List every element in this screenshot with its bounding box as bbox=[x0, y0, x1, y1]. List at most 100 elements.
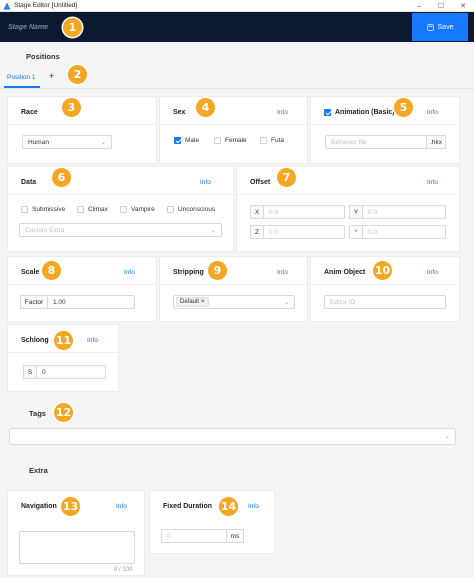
badge-8: 8 bbox=[42, 261, 61, 280]
minimize-button[interactable]: – bbox=[408, 0, 430, 12]
unconscious-label: Unconscious bbox=[178, 206, 216, 213]
fixed-duration-title: Fixed Duration bbox=[163, 503, 213, 510]
maximize-button[interactable]: ☐ bbox=[430, 0, 452, 12]
male-label: Male bbox=[185, 137, 200, 144]
vampire-checkbox[interactable] bbox=[120, 206, 127, 213]
badge-3: 3 bbox=[62, 98, 81, 117]
offset-info-link[interactable]: Info bbox=[427, 179, 438, 186]
vampire-label: Vampire bbox=[131, 206, 155, 213]
offset-divider bbox=[237, 194, 459, 195]
navigation-info-link[interactable]: Info bbox=[116, 503, 127, 510]
scale-card: Scale Info Factor 1.00 bbox=[7, 256, 157, 322]
offset-card: Offset Info X 0.0 Y 0.0 Z 0.0 ° 0.0 bbox=[236, 166, 460, 252]
badge-6: 6 bbox=[52, 168, 71, 187]
race-card: Race Human ⌄ bbox=[7, 96, 157, 164]
default-tag: Default × bbox=[176, 297, 209, 307]
window-title: Stage Editor [Untitled] bbox=[14, 2, 78, 9]
badge-14: 14 bbox=[219, 497, 238, 516]
data-divider bbox=[8, 194, 233, 195]
badge-1: 1 bbox=[63, 18, 82, 37]
ms-suffix: ms bbox=[226, 529, 244, 543]
scale-title: Scale bbox=[21, 269, 40, 276]
race-select[interactable]: Human ⌄ bbox=[22, 135, 112, 149]
custom-extra-select[interactable]: Custom Extra ⌄ bbox=[19, 223, 222, 237]
data-card: Data Info Submissive Climax Vampire Unco… bbox=[7, 166, 234, 252]
badge-2: 2 bbox=[68, 65, 87, 84]
female-label: Female bbox=[225, 137, 247, 144]
scale-divider bbox=[8, 284, 156, 285]
add-position-button[interactable]: + bbox=[49, 71, 54, 81]
data-info-link[interactable]: Info bbox=[200, 179, 211, 186]
futa-label: Futa bbox=[271, 137, 285, 144]
tag-close-icon[interactable]: × bbox=[201, 299, 205, 305]
male-checkbox[interactable] bbox=[174, 137, 181, 144]
chevron-down-icon: ⌄ bbox=[100, 140, 106, 146]
badge-13: 13 bbox=[61, 497, 80, 516]
fixed-duration-info-link[interactable]: Info bbox=[248, 503, 259, 510]
extra-heading: Extra bbox=[29, 466, 48, 475]
navigation-textarea[interactable] bbox=[19, 531, 135, 564]
animation-title: Animation (Basic) bbox=[335, 109, 395, 116]
unconscious-checkbox[interactable] bbox=[167, 206, 174, 213]
sex-divider bbox=[160, 124, 307, 125]
sex-info-link[interactable]: Info bbox=[277, 109, 288, 116]
app-icon bbox=[3, 1, 11, 10]
animation-basic-checkbox[interactable] bbox=[324, 109, 331, 116]
scale-info-link[interactable]: Info bbox=[124, 269, 135, 276]
badge-10: 10 bbox=[373, 261, 392, 280]
tags-heading: Tags bbox=[29, 409, 46, 418]
editor-id-input[interactable]: Editor ID bbox=[324, 295, 446, 309]
schlong-input[interactable]: 0 bbox=[36, 365, 106, 379]
badge-12: 12 bbox=[54, 403, 73, 422]
offset-x-input[interactable]: 0.0 bbox=[263, 205, 345, 219]
window-titlebar: Stage Editor [Untitled] – ☐ ✕ bbox=[0, 0, 474, 12]
sex-card: Sex Info Male Female Futa bbox=[159, 96, 308, 164]
tab-divider bbox=[0, 88, 474, 89]
race-divider bbox=[8, 124, 156, 125]
badge-5: 5 bbox=[394, 98, 413, 117]
fixed-duration-card: Fixed Duration Info 0 ms bbox=[149, 490, 275, 554]
scale-factor-input[interactable]: 1.00 bbox=[47, 295, 135, 309]
fixed-duration-input[interactable]: 0 bbox=[161, 529, 227, 543]
data-title: Data bbox=[21, 179, 37, 186]
stripping-title: Stripping bbox=[173, 269, 204, 276]
offset-title: Offset bbox=[250, 179, 271, 186]
navigation-char-counter: 0 / 100 bbox=[114, 567, 133, 573]
offset-z-input[interactable]: 0.0 bbox=[263, 225, 345, 239]
badge-9: 9 bbox=[208, 261, 227, 280]
offset-y-input[interactable]: 0.0 bbox=[362, 205, 446, 219]
badge-7: 7 bbox=[277, 168, 296, 187]
climax-checkbox[interactable] bbox=[77, 206, 84, 213]
schlong-divider bbox=[8, 352, 118, 353]
tags-select[interactable]: ⌄ bbox=[9, 428, 456, 445]
climax-label: Climax bbox=[88, 206, 108, 213]
female-checkbox[interactable] bbox=[214, 137, 221, 144]
submissive-checkbox[interactable] bbox=[21, 206, 28, 213]
animation-info-link[interactable]: Info bbox=[427, 109, 438, 116]
rotation-label: ° bbox=[349, 225, 363, 239]
stage-name-input[interactable]: Stage Name bbox=[8, 21, 68, 33]
badge-4: 4 bbox=[196, 98, 215, 117]
tab-position-1[interactable]: Position 1 bbox=[7, 74, 36, 81]
chevron-down-icon: ⌄ bbox=[283, 300, 289, 306]
navigation-title: Navigation bbox=[21, 503, 57, 510]
s-label: S bbox=[23, 365, 37, 379]
close-button[interactable]: ✕ bbox=[452, 0, 474, 12]
chevron-down-icon: ⌄ bbox=[210, 228, 216, 234]
futa-checkbox[interactable] bbox=[260, 137, 267, 144]
stripping-info-link[interactable]: Info bbox=[277, 269, 288, 276]
race-title: Race bbox=[21, 109, 38, 116]
offset-rotation-input[interactable]: 0.0 bbox=[362, 225, 446, 239]
schlong-title: Schlong bbox=[21, 337, 49, 344]
sex-title: Sex bbox=[173, 109, 186, 116]
x-label: X bbox=[250, 205, 264, 219]
save-icon bbox=[426, 23, 434, 31]
anim-object-info-link[interactable]: Info bbox=[427, 269, 438, 276]
chevron-down-icon: ⌄ bbox=[444, 434, 450, 440]
schlong-info-link[interactable]: Info bbox=[87, 337, 98, 344]
save-button[interactable]: Save bbox=[412, 13, 468, 41]
save-label: Save bbox=[437, 23, 454, 31]
factor-label: Factor bbox=[20, 295, 48, 309]
positions-heading: Positions bbox=[26, 52, 60, 61]
behavior-file-input[interactable]: Behavior file bbox=[325, 135, 427, 149]
